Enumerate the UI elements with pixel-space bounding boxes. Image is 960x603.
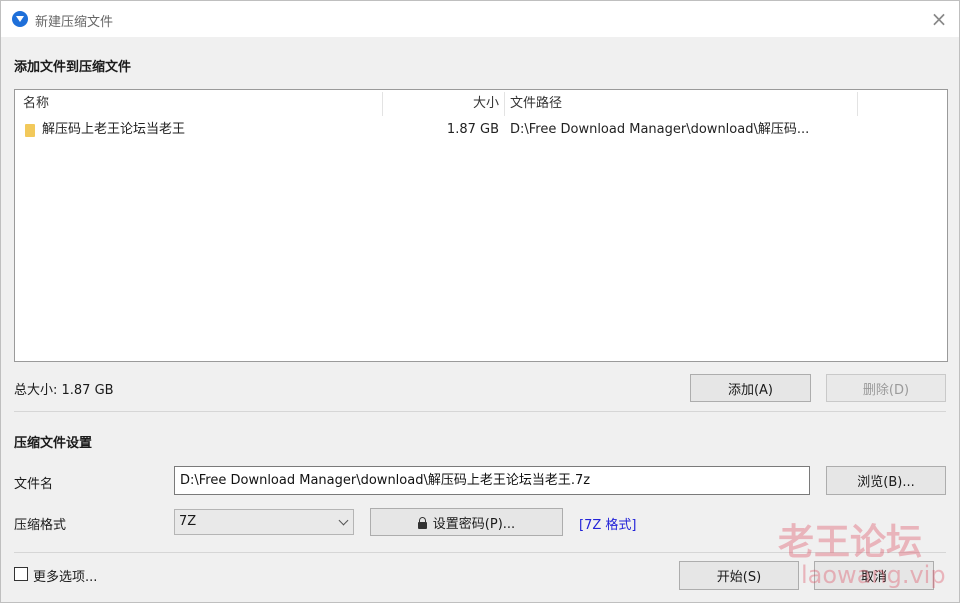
folder-icon xyxy=(25,124,35,137)
window-title: 新建压缩文件 xyxy=(35,15,114,30)
format-select-value: 7Z xyxy=(179,514,197,529)
lock-icon xyxy=(417,516,427,529)
chevron-down-icon xyxy=(338,515,349,526)
compress-dialog: 新建压缩文件 × 添加文件到压缩文件 名称 大小 文件路径 解压码上老王论坛当老… xyxy=(0,0,960,603)
app-icon xyxy=(12,11,28,27)
more-options-checkbox[interactable] xyxy=(14,567,28,581)
divider xyxy=(14,552,946,553)
column-header-path[interactable]: 文件路径 xyxy=(510,90,562,118)
browse-button[interactable]: 浏览(B)... xyxy=(826,466,946,495)
cancel-button[interactable]: 取消 xyxy=(814,561,934,590)
settings-section-heading: 压缩文件设置 xyxy=(14,436,93,451)
filename-label: 文件名 xyxy=(14,477,54,492)
filename-input[interactable]: D:\Free Download Manager\download\解压码上老王… xyxy=(174,466,810,495)
set-password-button[interactable]: 设置密码(P)... xyxy=(370,508,563,536)
total-size: 总大小: 1.87 GB xyxy=(14,383,114,398)
file-row-size: 1.87 GB xyxy=(446,122,499,137)
title-bar: 新建压缩文件 × xyxy=(1,1,959,37)
divider xyxy=(14,411,946,412)
files-section-heading: 添加文件到压缩文件 xyxy=(14,60,132,75)
column-separator[interactable] xyxy=(857,92,858,116)
format-info-link[interactable]: [7Z 格式] xyxy=(579,514,636,533)
add-button[interactable]: 添加(A) xyxy=(690,374,811,402)
column-separator[interactable] xyxy=(504,92,505,116)
watermark-logo: 老王论坛 xyxy=(778,522,923,563)
format-label: 压缩格式 xyxy=(14,518,67,533)
set-password-label: 设置密码(P)... xyxy=(432,516,516,532)
file-row-path: D:\Free Download Manager\download\解压码... xyxy=(510,122,810,137)
delete-button[interactable]: 删除(D) xyxy=(826,374,946,402)
format-select[interactable]: 7Z xyxy=(174,509,354,535)
file-row-name[interactable]: 解压码上老王论坛当老王 xyxy=(42,120,185,140)
more-options-label[interactable]: 更多选项... xyxy=(33,566,97,585)
start-button[interactable]: 开始(S) xyxy=(679,561,799,590)
column-header-size[interactable]: 大小 xyxy=(383,90,499,118)
column-header-name[interactable]: 名称 xyxy=(23,90,49,118)
close-icon[interactable]: × xyxy=(925,7,953,31)
file-list[interactable]: 名称 大小 文件路径 解压码上老王论坛当老王 1.87 GB D:\Free D… xyxy=(14,89,948,362)
